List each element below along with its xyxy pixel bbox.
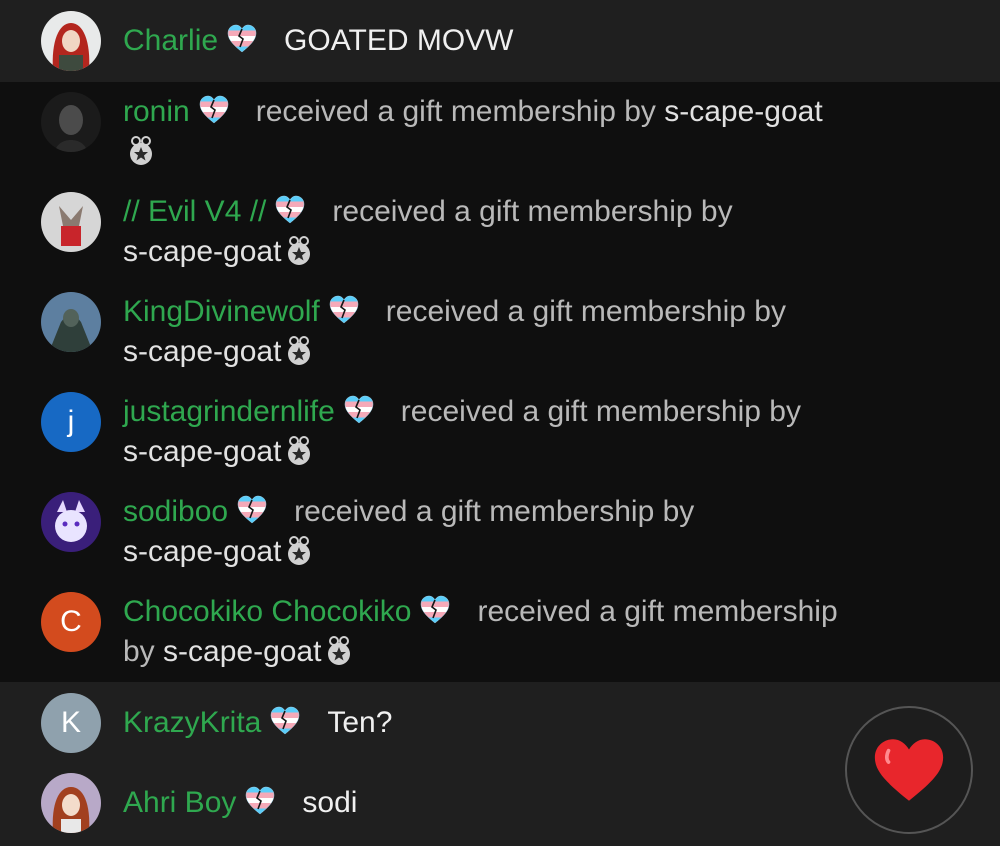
trans-flag-heart-icon [328,294,360,326]
trans-flag-heart-icon [236,494,268,526]
gift-badge-icon [285,236,313,266]
gifter-name[interactable]: s-cape-goat [123,535,281,568]
trans-flag-heart-icon [198,94,230,126]
gift-message-continuation: by s-cape-goat [123,632,950,672]
gift-message: ronin received a gift membership by s-cap… [123,92,950,132]
avatar-letter: K [60,706,81,739]
gift-text: received a gift membership by [294,495,695,528]
trans-flag-heart-icon [269,705,301,737]
trans-flag-heart-icon [274,194,306,226]
gift-badge-icon [285,536,313,566]
gift-message-continuation: s-cape-goat [123,532,950,572]
gift-text: received a gift membership by [385,295,786,328]
gift-badge-icon [325,636,353,666]
avatar[interactable] [41,292,101,352]
gift-message: Chocokiko Chocokiko received a gift membe… [123,592,950,632]
trans-flag-heart-icon [244,785,276,817]
username[interactable]: // Evil V4 // [123,195,266,228]
gift-message: KingDivinewolf received a gift membership… [123,292,950,332]
avatar-letter: j [67,405,75,438]
avatar[interactable] [41,92,101,152]
gift-message-continuation [123,132,950,172]
avatar-letter: C [60,605,82,638]
username[interactable]: Chocokiko Chocokiko [123,595,411,628]
message-text: GOATED MOVW [284,24,514,57]
username[interactable]: sodiboo [123,495,228,528]
gift-message-continuation: s-cape-goat [123,432,950,472]
gifter-name[interactable]: s-cape-goat [123,335,281,368]
avatar[interactable] [41,192,101,252]
heart-reaction-button[interactable] [845,706,973,834]
avatar[interactable]: C [41,592,101,652]
gift-badge-icon [127,136,155,166]
username[interactable]: justagrindernlife [123,395,335,428]
gift-message: justagrindernlife received a gift members… [123,392,950,432]
chat-message-line: Charlie GOATED MOVW [123,21,950,61]
gift-badge-icon [285,436,313,466]
gifter-name[interactable]: s-cape-goat [123,435,281,468]
message-text: Ten? [327,706,393,739]
avatar[interactable] [41,492,101,552]
chat-message-row: Charlie GOATED MOVW [0,0,1000,82]
gift-message-continuation: s-cape-goat [123,332,950,372]
trans-flag-heart-icon [343,394,375,426]
chat-message-line: KrazyKrita Ten? [123,703,950,743]
username[interactable]: Ahri Boy [123,786,236,819]
chat-message-line: Ahri Boy sodi [123,783,950,823]
gifter-name[interactable]: s-cape-goat [163,635,321,668]
gift-badge-icon [285,336,313,366]
username[interactable]: KrazyKrita [123,706,261,739]
gifter-name[interactable]: s-cape-goat [123,235,281,268]
gifter-name[interactable]: s-cape-goat [664,95,822,128]
username[interactable]: KingDivinewolf [123,295,320,328]
gift-text: by [123,635,155,668]
message-text: sodi [302,786,358,819]
gift-text: received a gift membership by [332,195,733,228]
trans-flag-heart-icon [419,594,451,626]
gift-message-continuation: s-cape-goat [123,232,950,272]
gift-message: sodiboo received a gift membership by [123,492,950,532]
trans-flag-heart-icon [226,23,258,55]
username[interactable]: Charlie [123,24,218,57]
avatar[interactable] [41,773,101,833]
gift-text: received a gift membership by [400,395,801,428]
username[interactable]: ronin [123,95,190,128]
heart-icon [874,739,944,801]
gift-text: received a gift membership [477,595,838,628]
gift-message: // Evil V4 // received a gift membership … [123,192,950,232]
avatar[interactable]: K [41,693,101,753]
gift-text: received a gift membership by [255,95,656,128]
avatar[interactable] [41,11,101,71]
avatar[interactable]: j [41,392,101,452]
